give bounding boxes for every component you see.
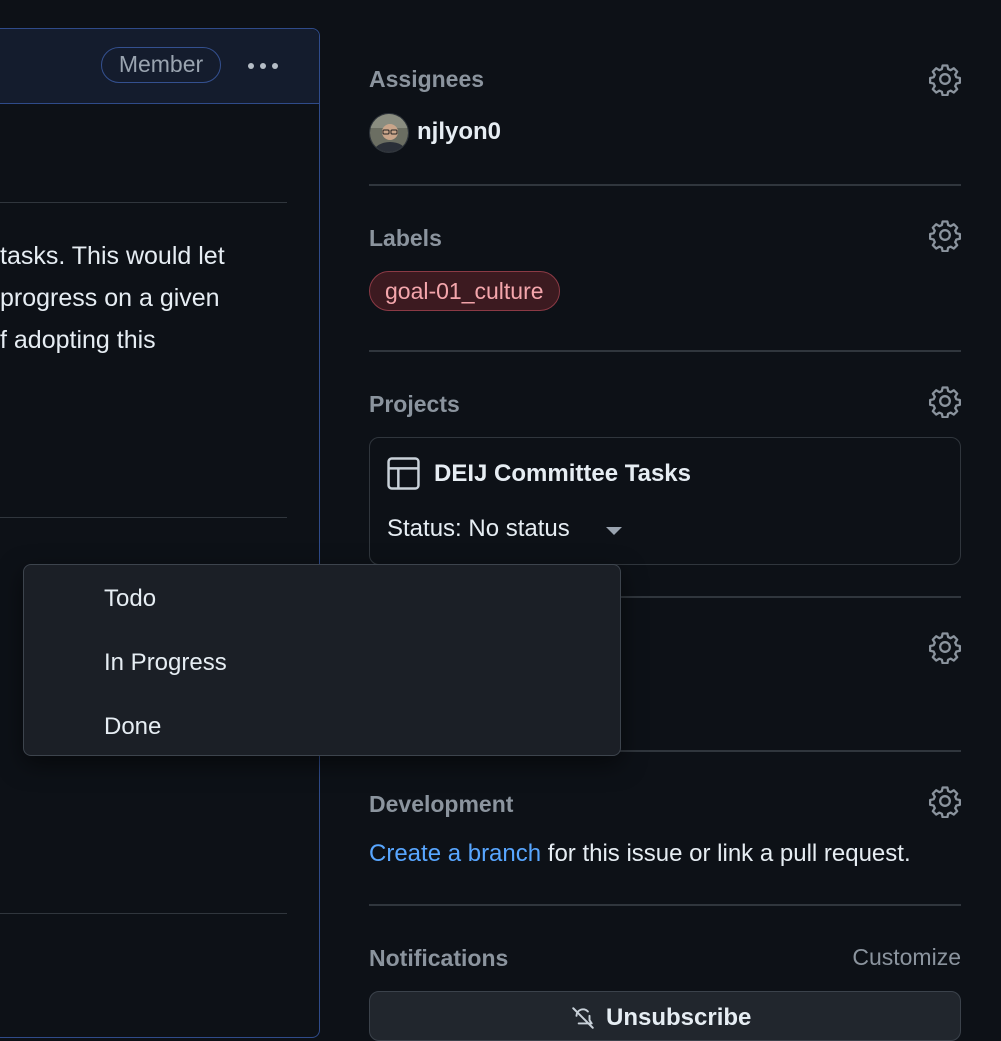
customize-link[interactable]: Customize bbox=[852, 944, 961, 971]
gear-icon[interactable] bbox=[928, 218, 962, 252]
gear-icon[interactable] bbox=[928, 630, 962, 664]
table-icon bbox=[387, 457, 420, 490]
comment-body-line: tasks. This would let bbox=[0, 242, 225, 270]
status-option-in-progress[interactable]: In Progress bbox=[104, 649, 227, 677]
status-option-todo[interactable]: Todo bbox=[104, 585, 156, 613]
gear-icon[interactable] bbox=[928, 784, 962, 818]
unsubscribe-button[interactable]: Unsubscribe bbox=[369, 991, 961, 1041]
projects-title: Projects bbox=[369, 391, 460, 417]
project-status-dropdown[interactable]: Status: No status bbox=[387, 515, 570, 543]
unsubscribe-label: Unsubscribe bbox=[606, 1004, 752, 1031]
development-text: Create a branch for this issue or link a… bbox=[369, 840, 911, 868]
comment-box: Member bbox=[0, 28, 320, 1038]
label-goal-01-culture[interactable]: goal-01_culture bbox=[369, 271, 560, 311]
chevron-down-icon[interactable] bbox=[606, 527, 622, 535]
comment-divider bbox=[0, 517, 287, 518]
comment-header: Member bbox=[0, 29, 319, 104]
gear-icon[interactable] bbox=[928, 384, 962, 418]
comment-body-line: progress on a given bbox=[0, 284, 220, 312]
comment-divider bbox=[0, 202, 287, 203]
development-rest-text: for this issue or link a pull request. bbox=[541, 840, 911, 867]
comment-body-line: f adopting this bbox=[0, 326, 156, 354]
create-branch-link[interactable]: Create a branch bbox=[369, 840, 541, 867]
project-card: DEIJ Committee Tasks Status: No status bbox=[369, 437, 961, 565]
kebab-menu-icon[interactable] bbox=[245, 54, 281, 78]
status-dropdown-menu: Todo In Progress Done bbox=[23, 564, 621, 756]
gear-icon[interactable] bbox=[928, 62, 962, 96]
issue-sidebar: Assignees njlyon0 Labels goal-01_culture… bbox=[369, 0, 962, 1041]
assignees-title: Assignees bbox=[369, 66, 485, 92]
assignee-username[interactable]: njlyon0 bbox=[417, 118, 501, 146]
comment-divider bbox=[0, 913, 287, 914]
bell-slash-icon bbox=[572, 1007, 594, 1029]
notifications-title: Notifications bbox=[369, 945, 509, 971]
avatar[interactable] bbox=[369, 113, 409, 153]
project-name[interactable]: DEIJ Committee Tasks bbox=[434, 460, 691, 488]
section-divider bbox=[369, 184, 961, 186]
development-title: Development bbox=[369, 791, 514, 817]
section-divider bbox=[369, 904, 961, 906]
section-divider bbox=[369, 350, 961, 352]
status-option-done[interactable]: Done bbox=[104, 713, 161, 741]
member-badge: Member bbox=[101, 47, 221, 83]
labels-title: Labels bbox=[369, 225, 442, 251]
